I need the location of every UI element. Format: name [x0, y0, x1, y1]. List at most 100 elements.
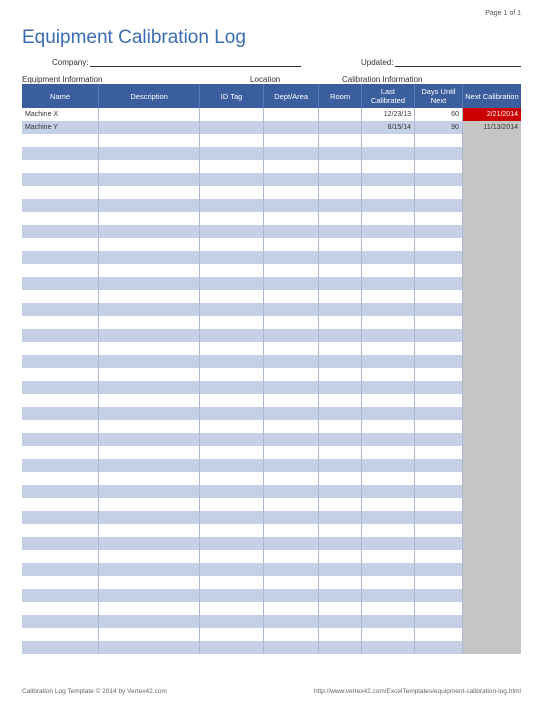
cell	[99, 238, 200, 251]
cell	[415, 225, 463, 238]
cell	[99, 342, 200, 355]
cell	[415, 251, 463, 264]
cell	[200, 173, 264, 186]
cell: Machine X	[22, 108, 99, 121]
cell	[462, 368, 521, 381]
cell	[99, 264, 200, 277]
cell	[415, 355, 463, 368]
cell	[319, 550, 362, 563]
table-row	[22, 628, 521, 641]
cell	[22, 225, 99, 238]
cell	[99, 420, 200, 433]
cell	[263, 628, 318, 641]
cell	[200, 225, 264, 238]
cell	[462, 381, 521, 394]
cell	[22, 589, 99, 602]
cell	[462, 550, 521, 563]
cell	[415, 199, 463, 212]
cell	[462, 446, 521, 459]
cell	[200, 615, 264, 628]
cell	[99, 225, 200, 238]
cell	[99, 511, 200, 524]
cell	[319, 121, 362, 134]
cell	[462, 316, 521, 329]
cell	[361, 602, 414, 615]
cell	[361, 329, 414, 342]
cell	[462, 134, 521, 147]
cell	[200, 238, 264, 251]
cell	[99, 459, 200, 472]
cell	[361, 407, 414, 420]
cell	[361, 186, 414, 199]
cell	[99, 173, 200, 186]
header-next-calibration: Next Calibration	[462, 84, 521, 108]
cell	[462, 147, 521, 160]
cell	[415, 277, 463, 290]
cell	[200, 264, 264, 277]
table-row	[22, 225, 521, 238]
cell	[99, 576, 200, 589]
header-room: Room	[319, 84, 362, 108]
table-row	[22, 264, 521, 277]
cell	[22, 173, 99, 186]
cell	[263, 563, 318, 576]
cell	[263, 160, 318, 173]
cell	[263, 615, 318, 628]
cell	[22, 290, 99, 303]
cell	[361, 550, 414, 563]
cell	[22, 485, 99, 498]
cell	[99, 160, 200, 173]
cell	[361, 537, 414, 550]
cell	[462, 576, 521, 589]
cell	[22, 615, 99, 628]
cell	[22, 368, 99, 381]
cell	[99, 355, 200, 368]
cell	[319, 329, 362, 342]
cell	[22, 511, 99, 524]
cell	[263, 537, 318, 550]
cell	[319, 407, 362, 420]
cell	[99, 563, 200, 576]
cell	[263, 277, 318, 290]
cell	[462, 407, 521, 420]
cell	[200, 251, 264, 264]
cell	[319, 108, 362, 121]
cell	[361, 589, 414, 602]
cell	[200, 342, 264, 355]
footer-url: http://www.vertex42.com/ExcelTemplates/e…	[314, 688, 521, 695]
cell	[361, 316, 414, 329]
cell	[200, 589, 264, 602]
section-equipment: Equipment Information	[22, 75, 250, 84]
cell	[361, 212, 414, 225]
table-row	[22, 160, 521, 173]
cell	[22, 641, 99, 654]
cell	[462, 238, 521, 251]
table-row	[22, 498, 521, 511]
table-row	[22, 524, 521, 537]
cell	[415, 329, 463, 342]
cell	[22, 186, 99, 199]
cell	[263, 290, 318, 303]
page-title: Equipment Calibration Log	[22, 27, 521, 49]
cell	[99, 641, 200, 654]
table-row	[22, 147, 521, 160]
cell	[319, 446, 362, 459]
cell	[361, 368, 414, 381]
table-row	[22, 446, 521, 459]
cell	[319, 641, 362, 654]
cell	[462, 160, 521, 173]
cell	[263, 472, 318, 485]
cell	[462, 537, 521, 550]
cell	[200, 290, 264, 303]
cell	[415, 485, 463, 498]
table-row	[22, 329, 521, 342]
cell: 90	[415, 121, 463, 134]
table-row	[22, 641, 521, 654]
cell	[99, 615, 200, 628]
cell	[263, 381, 318, 394]
cell	[415, 160, 463, 173]
cell	[415, 628, 463, 641]
cell	[415, 602, 463, 615]
cell	[462, 212, 521, 225]
cell	[319, 576, 362, 589]
